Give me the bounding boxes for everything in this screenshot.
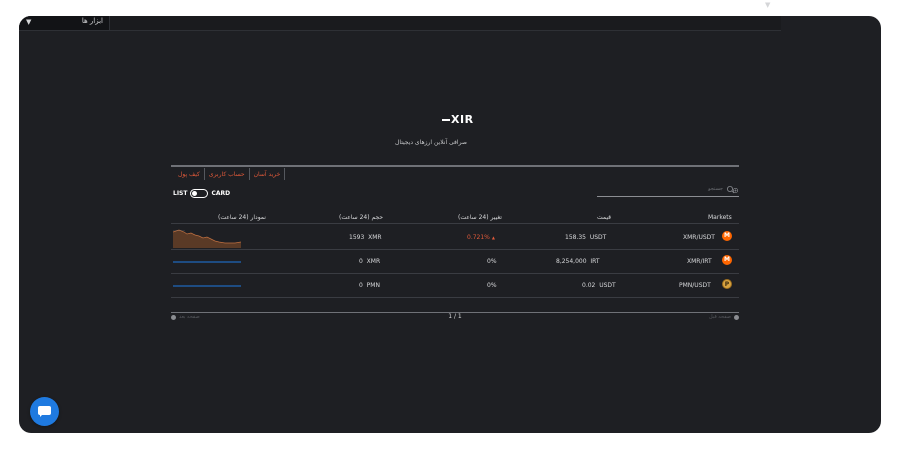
search-input[interactable]: جستجو (597, 184, 739, 197)
header-chart: نمودار (24 ساعت) (218, 214, 266, 221)
volume-value: 0 PMN (359, 282, 380, 289)
tab-easy-buy[interactable]: خرید آسان (248, 168, 286, 180)
arrow-up-icon: ▲ (491, 235, 495, 240)
monero-coin-icon: M (722, 255, 732, 265)
header-change: تغییر (24 ساعت) (458, 214, 502, 221)
monero-coin-icon: M (722, 231, 732, 241)
search-icon (727, 186, 738, 194)
arrow-right-icon (734, 314, 739, 320)
change-value: 0% (487, 258, 497, 265)
price-value: 0.02 USDT (582, 282, 616, 289)
tools-dropdown[interactable]: ▼ ابزار ها (19, 16, 110, 30)
tools-label: ابزار ها (81, 17, 103, 25)
tab-bar: کیف پول حساب کاربری خرید آسان (174, 168, 286, 180)
header-markets[interactable]: Markets (708, 214, 732, 221)
table-row[interactable]: 0 PMN 0% 0.02 USDT PMN/USDT P (171, 274, 739, 298)
price-value: 8,254,000 IRT (556, 258, 600, 265)
table-header: نمودار (24 ساعت) حجم (24 ساعت) تغییر (24… (171, 213, 739, 224)
sparkline-chart (173, 285, 241, 287)
volume-value: 0 XMR (359, 258, 381, 265)
divider (171, 165, 739, 167)
pagination: صفحه بعد 1 / 1 صفحه قبل (171, 313, 739, 323)
tab-account[interactable]: حساب کاربری (203, 168, 249, 180)
page-indicator: 1 / 1 (448, 313, 462, 320)
view-switch[interactable] (190, 189, 209, 198)
view-toggle: LIST CARD (173, 189, 230, 198)
market-name: XMR/IRT (687, 258, 712, 265)
caret-down-icon[interactable]: ▼ (765, 1, 770, 9)
pmn-coin-icon: P (722, 279, 732, 289)
header-volume: حجم (24 ساعت) (339, 214, 384, 221)
tab-wallet[interactable]: کیف پول (174, 168, 204, 180)
search-placeholder: جستجو (708, 186, 723, 192)
page-subtitle: صرافی آنلاین ارزهای دیجیتال (395, 139, 467, 146)
volume-value: 1593 XMR (349, 234, 382, 241)
switch-knob (192, 191, 198, 196)
change-value: 0.721% ▲ (467, 234, 495, 241)
caret-down-icon: ▼ (26, 18, 32, 26)
change-value: 0% (487, 282, 497, 289)
header-price[interactable]: قیمت (597, 214, 611, 221)
top-bar: ▼ ابزار ها (19, 16, 781, 31)
table-row[interactable]: 1593 XMR 0.721% ▲ 158.35 USDT XMR/USDT M (171, 226, 739, 250)
table-row[interactable]: 0 XMR 0% 8,254,000 IRT XMR/IRT M (171, 250, 739, 274)
market-name: PMN/USDT (679, 282, 711, 289)
next-page-button[interactable]: صفحه قبل (709, 314, 739, 320)
app-window: ▼ ابزار ها (19, 16, 881, 433)
list-label: LIST (173, 190, 188, 197)
exir-logo: XIR (442, 113, 474, 126)
sparkline-chart (173, 261, 241, 263)
card-label: CARD (211, 190, 231, 197)
chat-button[interactable] (30, 397, 59, 426)
sparkline-chart (173, 229, 241, 248)
price-value: 158.35 USDT (565, 234, 607, 241)
logo-mark-icon (442, 119, 450, 121)
market-name: XMR/USDT (683, 234, 715, 241)
